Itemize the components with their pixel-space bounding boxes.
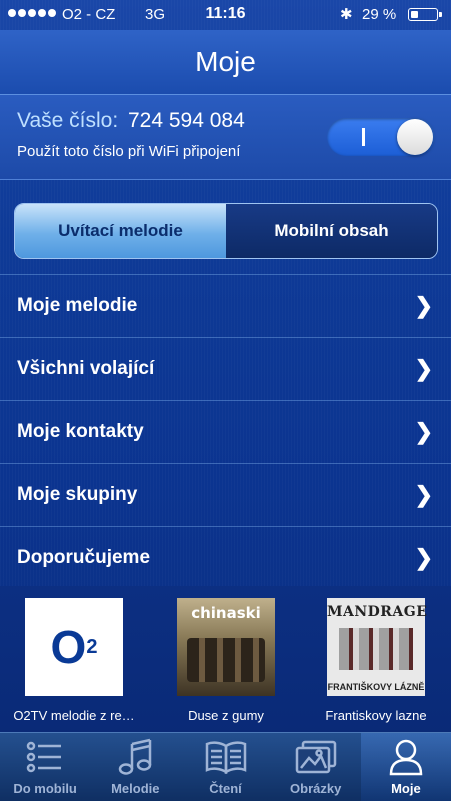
tab-do-mobilu[interactable]: Do mobilu — [0, 733, 90, 801]
segment-uvitaci-melodie[interactable]: Uvítací melodie — [15, 204, 226, 258]
tab-label: Moje — [391, 781, 421, 796]
book-icon — [180, 739, 270, 775]
person-icon — [361, 739, 451, 776]
featured-caption: Duse z gumy — [188, 708, 264, 723]
bluetooth-icon: ✱ — [340, 6, 353, 23]
toggle-on-indicator — [362, 128, 365, 146]
tab-cteni[interactable]: Čtení — [180, 733, 270, 801]
chevron-right-icon: ❯ — [414, 545, 433, 570]
featured-item-o2tv[interactable]: O2 O2TV melodie z re… — [4, 598, 144, 723]
tab-label: Obrázky — [290, 781, 342, 796]
status-bar: O2 - CZ 3G 11:16 ✱ 29 % — [0, 0, 451, 30]
tab-obrazky[interactable]: Obrázky — [271, 733, 361, 801]
list-icon — [0, 739, 90, 775]
menu-item-moje-melodie[interactable]: Moje melodie ❯ — [0, 274, 451, 338]
wifi-number-toggle[interactable] — [327, 118, 435, 156]
menu-item-moje-skupiny[interactable]: Moje skupiny ❯ — [0, 464, 451, 527]
featured-caption: Frantiskovy lazne — [325, 708, 427, 723]
menu-item-label: Moje melodie — [17, 295, 138, 316]
toggle-knob — [397, 119, 433, 155]
featured-carousel: O2 O2TV melodie z re… chinaski Duse z gu… — [0, 586, 451, 732]
wifi-number-description: Použít toto číslo při WiFi připojení — [17, 143, 241, 160]
phone-number-value: 724 594 084 — [128, 109, 245, 132]
featured-caption: O2TV melodie z re… — [13, 708, 135, 723]
chevron-right-icon: ❯ — [414, 293, 433, 318]
phone-number-label: Vaše číslo: — [17, 109, 119, 132]
phone-number-row: Vaše číslo: 724 594 084 — [17, 109, 245, 133]
menu-item-label: Moje kontakty — [17, 421, 144, 442]
battery-icon — [408, 8, 442, 21]
tab-bar: Do mobilu Melodie Čtení Obrázky Moje — [0, 732, 451, 801]
menu-list: Moje melodie ❯ Všichni volající ❯ Moje k… — [0, 274, 451, 590]
chevron-right-icon: ❯ — [414, 356, 433, 381]
battery-percent: 29 % — [362, 6, 397, 23]
tab-label: Do mobilu — [13, 781, 77, 796]
menu-item-label: Všichni volající — [17, 358, 155, 379]
tab-melodie[interactable]: Melodie — [90, 733, 180, 801]
app-screen: O2 - CZ 3G 11:16 ✱ 29 % Moje Vaše číslo:… — [0, 0, 451, 801]
pictures-icon — [271, 739, 361, 775]
chevron-right-icon: ❯ — [414, 482, 433, 507]
tab-label: Čtení — [209, 781, 242, 796]
album-cover-mandrage: MANDRAGE FRANTIŠKOVY LÁZNĚ — [327, 598, 427, 696]
album-cover-chinaski: chinaski — [177, 598, 275, 696]
chevron-right-icon: ❯ — [414, 419, 433, 444]
tab-label: Melodie — [111, 781, 160, 796]
music-note-icon — [90, 738, 180, 775]
featured-item-frantiskovy-lazne[interactable]: MANDRAGE FRANTIŠKOVY LÁZNĚ Frantiskovy l… — [306, 598, 446, 723]
page-title: Moje — [195, 46, 256, 77]
navigation-bar: Moje — [0, 30, 451, 95]
o2-logo: O2 — [25, 598, 123, 696]
segment-mobilni-obsah[interactable]: Mobilní obsah — [226, 204, 437, 258]
menu-item-label: Doporučujeme — [17, 547, 151, 568]
featured-item-duse-z-gumy[interactable]: chinaski Duse z gumy — [156, 598, 296, 723]
tab-moje[interactable]: Moje — [360, 733, 451, 801]
menu-item-vsichni-volajici[interactable]: Všichni volající ❯ — [0, 338, 451, 401]
menu-item-moje-kontakty[interactable]: Moje kontakty ❯ — [0, 401, 451, 464]
content-segmented-control: Uvítací melodie Mobilní obsah — [14, 203, 438, 259]
menu-item-doporucujeme[interactable]: Doporučujeme ❯ — [0, 527, 451, 590]
menu-item-label: Moje skupiny — [17, 484, 138, 505]
